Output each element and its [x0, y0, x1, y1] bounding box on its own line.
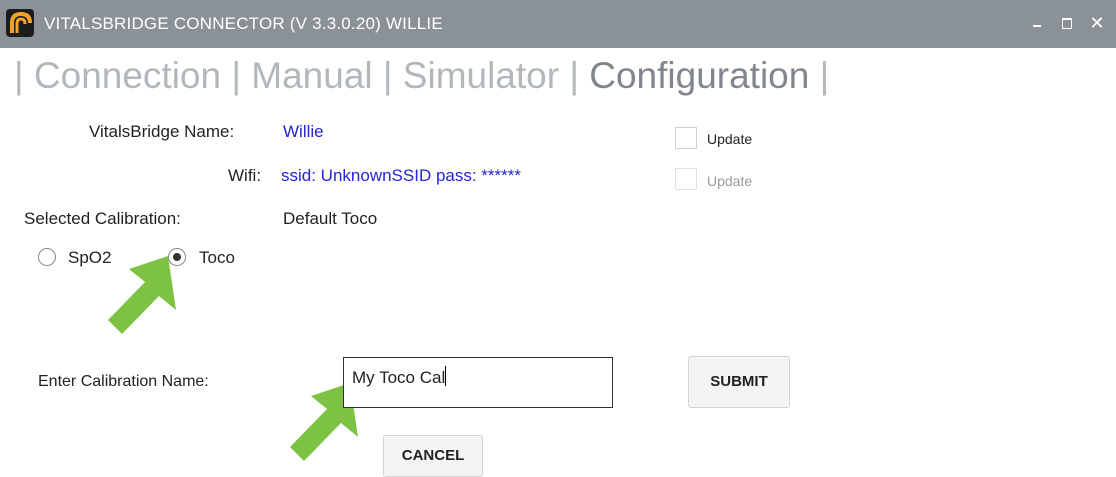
vitalsbridge-name-label: VitalsBridge Name:: [89, 122, 235, 141]
wifi-update-checkbox[interactable]: [675, 168, 697, 190]
title-bar: VITALSBRIDGE CONNECTOR (V 3.3.0.20) WILL…: [0, 0, 1116, 48]
name-update-label: Update: [707, 131, 753, 147]
name-update-checkbox[interactable]: [675, 127, 697, 149]
calibration-name-input-text: My Toco Cal: [352, 368, 446, 387]
tab-simulator[interactable]: Simulator: [403, 55, 559, 96]
text-caret: [445, 366, 447, 386]
cancel-button[interactable]: CANCEL: [383, 435, 483, 477]
tab-configuration[interactable]: Configuration: [589, 55, 809, 96]
tab-connection[interactable]: Connection: [34, 55, 221, 96]
calibration-name-label: Enter Calibration Name:: [38, 373, 209, 390]
tab-separator: |: [809, 55, 830, 96]
green-arrow-icon: [108, 256, 176, 334]
tab-manual[interactable]: Manual: [251, 55, 372, 96]
tab-bar: | Connection | Manual | Simulator | Conf…: [14, 55, 829, 97]
selected-calibration-value: Default Toco: [283, 209, 378, 228]
tab-separator: |: [221, 55, 252, 96]
wifi-update-label: Update: [707, 173, 753, 189]
maximize-icon[interactable]: [1056, 12, 1078, 34]
vitalsbridge-name-value: Willie: [283, 122, 324, 141]
wifi-label: Wifi:: [228, 166, 262, 185]
close-icon[interactable]: ✕: [1086, 12, 1108, 34]
toco-radio-label: Toco: [199, 248, 235, 267]
calibration-name-input[interactable]: My Toco Cal: [343, 357, 613, 408]
wifi-value: ssid: UnknownSSID pass: ******: [281, 166, 522, 185]
submit-button[interactable]: SUBMIT: [688, 356, 790, 408]
tab-separator: |: [559, 55, 590, 96]
minimize-icon[interactable]: [1026, 12, 1048, 34]
spo2-radio[interactable]: [38, 248, 56, 266]
window-title: VITALSBRIDGE CONNECTOR (V 3.3.0.20) WILL…: [44, 14, 443, 33]
tab-separator: |: [372, 55, 403, 96]
selected-calibration-label: Selected Calibration:: [24, 209, 181, 228]
app-logo-icon: [6, 9, 34, 37]
tab-separator: |: [14, 55, 34, 96]
